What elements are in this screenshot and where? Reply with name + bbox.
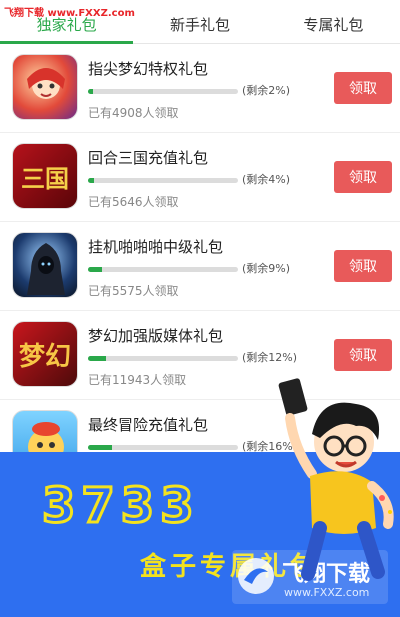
claim-button[interactable]: 领取 xyxy=(334,250,392,282)
remaining-percent: (剩余12%) xyxy=(242,351,298,364)
gift-row: 指尖梦幻特权礼包 (剩余2%) 已有4908人领取 领取 xyxy=(0,44,400,133)
tab-special[interactable]: 专属礼包 xyxy=(267,0,400,43)
claim-button[interactable]: 领取 xyxy=(334,339,392,371)
remaining-percent: (剩余9%) xyxy=(242,262,291,275)
watermark-top: 飞翔下载 www.FXXZ.com xyxy=(4,8,135,19)
hooded-warrior-game-icon[interactable] xyxy=(12,232,78,298)
gift-title: 梦幻加强版媒体礼包 xyxy=(88,327,224,345)
claim-button[interactable]: 领取 xyxy=(334,72,392,104)
banner-big-text: 3733 xyxy=(41,477,200,536)
progress-fill xyxy=(88,89,93,94)
claimed-count: 已有5646人领取 xyxy=(88,195,179,209)
progress-fill xyxy=(88,178,94,183)
remaining-progress-bar xyxy=(88,267,238,272)
remaining-progress-bar xyxy=(88,445,238,450)
game-icon-text: 三国 xyxy=(21,164,69,193)
gift-title: 回合三国充值礼包 xyxy=(88,149,209,167)
remaining-progress-bar xyxy=(88,89,238,94)
gift-row: 三国 回合三国充值礼包 (剩余4%) 已有5646人领取 领取 xyxy=(0,133,400,222)
dream-fantasy-game-icon[interactable]: 梦幻 xyxy=(12,321,78,387)
tab-newbie-label: 新手礼包 xyxy=(169,16,230,34)
remaining-percent: (剩余2%) xyxy=(242,84,291,97)
gift-title: 挂机啪啪啪中级礼包 xyxy=(88,238,224,256)
gift-row: 挂机啪啪啪中级礼包 (剩余9%) 已有5575人领取 领取 xyxy=(0,222,400,311)
gift-title: 指尖梦幻特权礼包 xyxy=(88,60,209,78)
game-icon-text: 梦幻 xyxy=(18,341,71,372)
progress-fill xyxy=(88,267,102,272)
claim-button[interactable]: 领取 xyxy=(334,161,392,193)
progress-fill xyxy=(88,445,112,450)
claimed-count: 已有5575人领取 xyxy=(88,284,179,298)
tab-newbie[interactable]: 新手礼包 xyxy=(133,0,266,43)
three-kingdoms-game-icon[interactable]: 三国 xyxy=(12,143,78,209)
remaining-percent: (剩余4%) xyxy=(242,173,291,186)
remaining-progress-bar xyxy=(88,178,238,183)
fantasy-girl-game-icon[interactable] xyxy=(12,54,78,120)
gift-title: 最终冒险充值礼包 xyxy=(88,416,209,434)
progress-fill xyxy=(88,356,106,361)
claimed-count: 已有4908人领取 xyxy=(88,106,179,120)
tab-special-label: 专属礼包 xyxy=(303,16,364,34)
remaining-progress-bar xyxy=(88,356,238,361)
cartoon-mascot-icon xyxy=(278,378,394,581)
claimed-count: 已有11943人领取 xyxy=(88,373,187,387)
